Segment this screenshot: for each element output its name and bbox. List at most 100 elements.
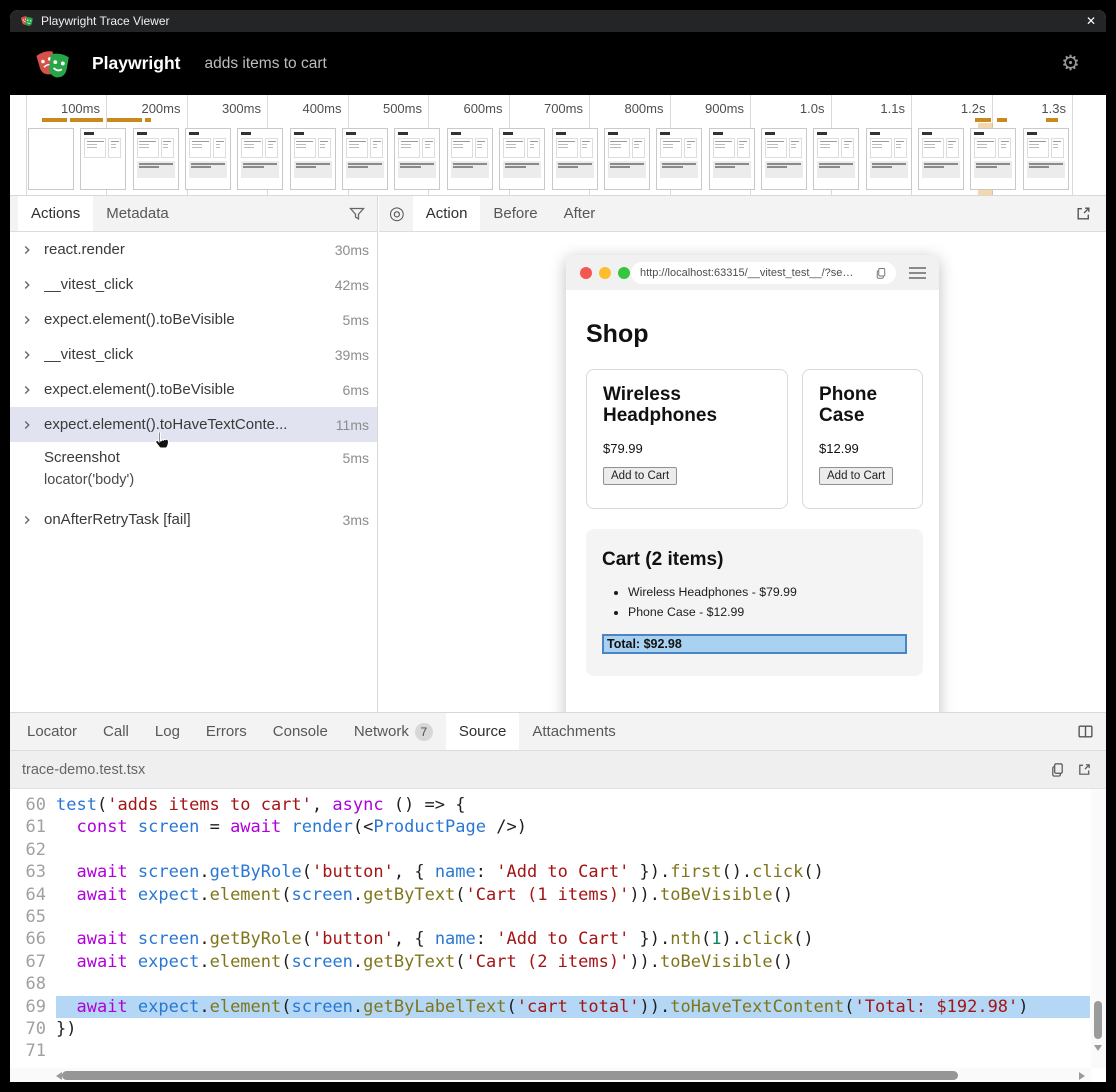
timeline-thumbnail[interactable] — [394, 128, 440, 190]
timeline-thumbnail[interactable] — [918, 128, 964, 190]
code-line: 60test('adds items to cart', async () =>… — [10, 794, 1106, 816]
highlighted-code-text: await expect.element(screen.getByLabelTe… — [56, 996, 1090, 1018]
trace-viewer-window: Playwright Trace Viewer ✕ Playwright add… — [10, 10, 1106, 1082]
tab-actions[interactable]: Actions — [18, 196, 93, 231]
timeline-thumbnail[interactable] — [866, 128, 912, 190]
horizontal-scrollbar-thumb[interactable] — [62, 1071, 958, 1080]
chevron-right-icon[interactable] — [20, 278, 44, 292]
timeline-action-bar — [997, 118, 1007, 122]
tab-log[interactable]: Log — [142, 713, 193, 750]
target-icon[interactable]: ◎ — [389, 203, 405, 224]
code-line: 69 await expect.element(screen.getByLabe… — [10, 996, 1106, 1018]
tab-locator[interactable]: Locator — [14, 713, 90, 750]
timeline-thumbnail[interactable] — [499, 128, 545, 190]
tab-label: Call — [103, 723, 129, 740]
add-to-cart-button[interactable]: Add to Cart — [819, 467, 893, 485]
chevron-right-icon[interactable] — [20, 243, 44, 257]
timeline-thumbnail[interactable] — [813, 128, 859, 190]
gear-icon[interactable]: ⚙ — [1061, 51, 1080, 76]
timeline-thumbnail[interactable] — [447, 128, 493, 190]
vertical-scrollbar-thumb[interactable] — [1094, 1001, 1102, 1039]
tab-before[interactable]: Before — [480, 196, 550, 231]
timeline-thumbnail[interactable] — [185, 128, 231, 190]
timeline-thumbnail[interactable] — [1023, 128, 1069, 190]
tab-metadata[interactable]: Metadata — [93, 196, 182, 231]
action-row[interactable]: __vitest_click42ms — [10, 267, 377, 302]
tab-attachments[interactable]: Attachments — [519, 713, 628, 750]
copy-url-icon[interactable] — [875, 267, 887, 279]
timeline-thumbnail[interactable] — [970, 128, 1016, 190]
chevron-right-icon[interactable] — [20, 383, 44, 397]
action-row[interactable]: react.render30ms — [10, 232, 377, 267]
cart-items-list: Wireless Headphones - $79.99Phone Case -… — [602, 583, 907, 622]
action-label: __vitest_click — [44, 276, 133, 293]
chevron-right-icon[interactable] — [20, 418, 44, 432]
tab-call[interactable]: Call — [90, 713, 142, 750]
cart-item: Phone Case - $12.99 — [628, 603, 907, 623]
code-line: 64 await expect.element(screen.getByText… — [10, 884, 1106, 906]
timeline-thumbnail[interactable] — [28, 128, 74, 190]
tab-label: Log — [155, 723, 180, 740]
window-title: Playwright Trace Viewer — [41, 14, 170, 28]
code-line: 62 — [10, 839, 1106, 861]
line-number: 70 — [10, 1018, 46, 1040]
split-view-icon[interactable] — [1077, 723, 1094, 740]
timeline-thumbnail[interactable] — [709, 128, 755, 190]
open-source-external-icon[interactable] — [1077, 762, 1092, 777]
timeline-tick-label: 200ms — [107, 101, 181, 117]
action-row[interactable]: Screenshot5mslocator('body') — [10, 442, 377, 502]
cart-total-highlighted: Total: $92.98 — [602, 634, 907, 654]
tab-label: Before — [493, 205, 537, 222]
timeline-thumbnail[interactable] — [552, 128, 598, 190]
tab-label: Console — [273, 723, 328, 740]
scroll-down-arrow-icon[interactable] — [1094, 1045, 1102, 1051]
timeline-thumbnail[interactable] — [342, 128, 388, 190]
timeline-tick-label: 500ms — [348, 101, 422, 117]
scroll-right-arrow-icon[interactable] — [1079, 1072, 1085, 1080]
action-row[interactable]: expect.element().toHaveTextConte...11ms — [10, 407, 377, 442]
tab-console[interactable]: Console — [260, 713, 341, 750]
timeline-thumbnail[interactable] — [80, 128, 126, 190]
timeline-thumbnail[interactable] — [290, 128, 336, 190]
tab-action[interactable]: Action — [413, 196, 481, 231]
details-panel: Locator Call Log Errors Console Network7Sourc… — [10, 712, 1106, 1082]
tab-label: Attachments — [532, 723, 615, 740]
snapshot-tabstrip: ◎ Action Before After — [379, 196, 1106, 232]
action-label: react.render — [44, 241, 125, 258]
action-duration: 6ms — [335, 382, 369, 398]
action-row[interactable]: expect.element().toBeVisible6ms — [10, 372, 377, 407]
action-row[interactable]: onAfterRetryTask [fail]3ms — [10, 502, 377, 537]
open-external-icon[interactable] — [1075, 205, 1092, 227]
line-number: 71 — [10, 1040, 46, 1062]
action-duration: 39ms — [327, 347, 369, 363]
close-icon[interactable]: ✕ — [1086, 15, 1096, 27]
chevron-right-icon[interactable] — [20, 348, 44, 362]
source-file-bar: trace-demo.test.tsx — [10, 751, 1106, 789]
tab-after[interactable]: After — [551, 196, 609, 231]
timeline-thumbnail[interactable] — [604, 128, 650, 190]
tab-errors[interactable]: Errors — [193, 713, 260, 750]
filter-icon[interactable] — [349, 206, 365, 222]
timeline-thumbnail[interactable] — [133, 128, 179, 190]
horizontal-scrollbar[interactable] — [10, 1068, 1091, 1082]
action-row[interactable]: expect.element().toBeVisible5ms — [10, 302, 377, 337]
browser-dot-red — [580, 267, 592, 279]
tab-network[interactable]: Network7 — [341, 713, 446, 750]
add-to-cart-button[interactable]: Add to Cart — [603, 467, 677, 485]
timeline-thumbnail[interactable] — [761, 128, 807, 190]
vertical-scrollbar[interactable] — [1091, 789, 1106, 1068]
snapshot-panel: ◎ Action Before After http://localhost:633… — [379, 196, 1106, 712]
copy-source-icon[interactable] — [1050, 762, 1065, 777]
code-line: 65 — [10, 906, 1106, 928]
address-bar[interactable]: http://localhost:63315/__vitest_test__/?… — [631, 262, 896, 284]
product-name: Wireless Headphones — [603, 384, 771, 427]
timeline[interactable]: 100ms200ms300ms400ms500ms600ms700ms800ms… — [10, 95, 1106, 196]
action-row[interactable]: __vitest_click39ms — [10, 337, 377, 372]
timeline-thumbnail[interactable] — [237, 128, 283, 190]
chevron-right-icon[interactable] — [20, 313, 44, 327]
timeline-thumbnail[interactable] — [656, 128, 702, 190]
tab-source[interactable]: Source — [446, 713, 520, 750]
browser-menu-icon[interactable] — [909, 267, 926, 279]
chevron-right-icon[interactable] — [20, 513, 44, 527]
code-lines: 60test('adds items to cart', async () =>… — [10, 794, 1106, 1063]
